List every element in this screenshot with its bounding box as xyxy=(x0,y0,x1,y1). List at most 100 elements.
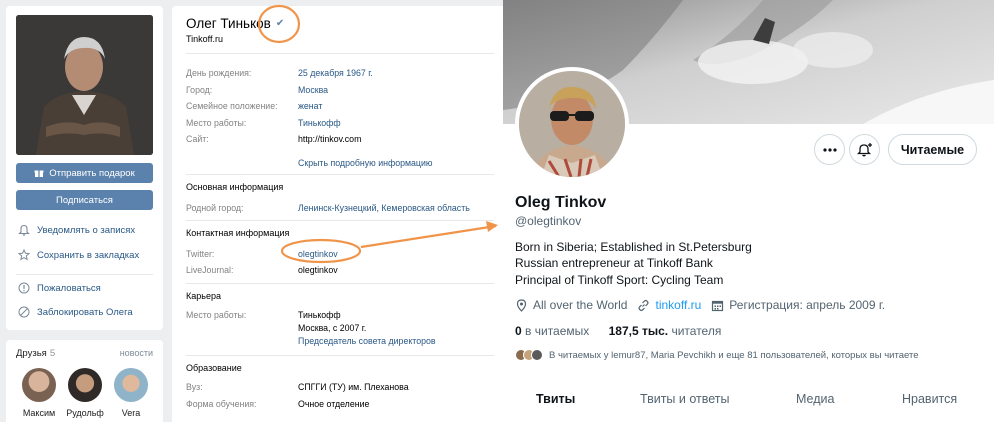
friend-name: Максим xyxy=(22,408,56,418)
career-position[interactable]: Председатель совета директоров xyxy=(298,336,436,346)
location-pin-icon xyxy=(516,298,527,312)
tab-likes[interactable]: Нравится xyxy=(902,392,957,406)
send-gift-button[interactable]: Отправить подарок xyxy=(16,163,153,183)
website-label: Сайт: xyxy=(186,134,209,144)
verified-check-icon: ✔ xyxy=(275,18,285,29)
workplace-label: Место работы: xyxy=(186,118,247,128)
career-period: Москва, с 2007 г. xyxy=(298,323,367,333)
followers-count: 187,5 тыс. xyxy=(608,324,669,338)
city-label: Город: xyxy=(186,85,213,95)
career-company[interactable]: Тинькофф xyxy=(298,310,341,320)
education-title: Образование xyxy=(186,363,242,373)
contacts-title: Контактная информация xyxy=(186,228,290,238)
calendar-icon xyxy=(712,300,724,311)
website-link[interactable]: tinkoff.ru xyxy=(655,298,701,312)
livejournal-value[interactable]: olegtinkov xyxy=(298,265,338,275)
friends-title-text: Друзья xyxy=(16,348,47,359)
avatar xyxy=(531,349,543,361)
career-workplace-label: Место работы: xyxy=(186,310,247,320)
profile-meta: All over the World tinkoff.ru Регистраци… xyxy=(515,298,885,312)
friend-name: Рудольф xyxy=(66,408,104,418)
divider xyxy=(186,355,494,356)
university-value[interactable]: СПГГИ (ТУ) им. Плеханова xyxy=(298,382,409,392)
tab-tweets-replies[interactable]: Твиты и ответы xyxy=(640,392,730,406)
hide-details-link[interactable]: Скрыть подробную информацию xyxy=(298,158,432,168)
notifications-button[interactable] xyxy=(849,134,880,165)
hometown-value[interactable]: Ленинск-Кузнецкий, Кемеровская область xyxy=(298,203,470,213)
study-form-value[interactable]: Очное отделение xyxy=(298,399,369,409)
friends-title[interactable]: Друзья 5 xyxy=(16,348,55,359)
twitter-link[interactable]: olegtinkov xyxy=(298,249,338,259)
bio-line: Principal of Tinkoff Sport: Cycling Team xyxy=(515,273,724,287)
friends-news-link[interactable]: новости xyxy=(120,348,153,358)
friends-block: Друзья 5 новости Максим Рудольф Vera xyxy=(6,340,163,422)
marital-value[interactable]: женат xyxy=(298,101,322,111)
notify-posts-action[interactable]: Уведомлять о записях xyxy=(18,224,135,236)
website-value[interactable]: http://tinkov.com xyxy=(298,134,361,144)
city-value[interactable]: Москва xyxy=(298,85,328,95)
known-followers[interactable]: В читаемых у lemur87, Maria Pevchikh и е… xyxy=(515,349,918,361)
career-title: Карьера xyxy=(186,291,221,301)
workplace-value[interactable]: Тинькофф xyxy=(298,118,341,128)
link-icon xyxy=(638,299,650,311)
joined-date: Регистрация: апрель 2009 г. xyxy=(729,298,886,312)
friend-item[interactable]: Рудольф xyxy=(62,368,108,418)
hometown-label: Родной город: xyxy=(186,203,244,213)
following-button[interactable]: Читаемые xyxy=(888,134,977,165)
bookmark-label: Сохранить в закладках xyxy=(37,249,140,261)
university-label: Вуз: xyxy=(186,382,203,392)
basic-info-title: Основная информация xyxy=(186,182,284,192)
subscribe-button[interactable]: Подписаться xyxy=(16,190,153,210)
page-title: Олег Тиньков ✔ xyxy=(186,16,284,31)
tab-tweets[interactable]: Твиты xyxy=(536,392,575,406)
livejournal-label: LiveJournal: xyxy=(186,265,234,275)
star-icon xyxy=(18,249,30,261)
known-followers-text: В читаемых у lemur87, Maria Pevchikh и е… xyxy=(549,349,919,361)
vk-profile-info: Олег Тиньков ✔ Tinkoff.ru День рождения:… xyxy=(172,6,503,422)
divider xyxy=(186,220,494,221)
birthday-label: День рождения: xyxy=(186,68,252,78)
gift-icon xyxy=(34,170,44,178)
friend-name: Vera xyxy=(121,408,141,418)
follower-avatars xyxy=(515,349,543,361)
marital-label: Семейное положение: xyxy=(186,101,278,111)
study-form-label: Форма обучения: xyxy=(186,399,257,409)
more-dots-icon xyxy=(822,147,837,152)
divider xyxy=(16,274,153,275)
birthday-value[interactable]: 25 декабря 1967 г. xyxy=(298,68,373,78)
followers-link[interactable]: 187,5 тыс. читателя xyxy=(609,324,722,338)
vk-profile-name: Олег Тиньков xyxy=(186,16,271,31)
send-gift-label: Отправить подарок xyxy=(49,167,135,179)
divider xyxy=(186,283,494,284)
following-link[interactable]: 0 в читаемых xyxy=(515,324,589,338)
vk-status: Tinkoff.ru xyxy=(186,34,224,44)
bio-line: Russian entrepreneur at Tinkoff Bank xyxy=(515,256,713,270)
warning-icon xyxy=(18,282,30,294)
comparison-screenshot: Отправить подарок Подписаться Уведомлять… xyxy=(0,0,994,422)
friend-item[interactable]: Vera xyxy=(108,368,154,418)
more-options-button[interactable] xyxy=(814,134,845,165)
twitter-handle: @olegtinkov xyxy=(515,214,582,228)
block-action[interactable]: Заблокировать Олега xyxy=(18,306,133,318)
location-text: All over the World xyxy=(533,298,628,312)
report-label: Пожаловаться xyxy=(37,282,101,294)
friend-item[interactable]: Максим xyxy=(16,368,62,418)
bell-plus-icon xyxy=(856,142,872,156)
block-label: Заблокировать Олега xyxy=(37,306,133,318)
divider xyxy=(186,53,494,54)
vk-profile-photo[interactable] xyxy=(16,15,153,155)
follow-counts: 0 в читаемых 187,5 тыс. читателя xyxy=(515,324,721,338)
tab-media[interactable]: Медиа xyxy=(796,392,834,406)
report-action[interactable]: Пожаловаться xyxy=(18,282,101,294)
divider xyxy=(186,174,494,175)
following-count: 0 xyxy=(515,324,522,338)
notify-posts-label: Уведомлять о записях xyxy=(37,224,136,236)
vk-left-column: Отправить подарок Подписаться Уведомлять… xyxy=(6,6,163,330)
twitter-name: Oleg Tinkov xyxy=(515,194,607,211)
friends-count: 5 xyxy=(49,348,56,359)
block-icon xyxy=(18,306,30,318)
subscribe-label: Подписаться xyxy=(56,194,113,206)
twitter-avatar[interactable] xyxy=(515,67,629,181)
bookmark-action[interactable]: Сохранить в закладках xyxy=(18,249,139,261)
bell-icon xyxy=(18,224,30,236)
